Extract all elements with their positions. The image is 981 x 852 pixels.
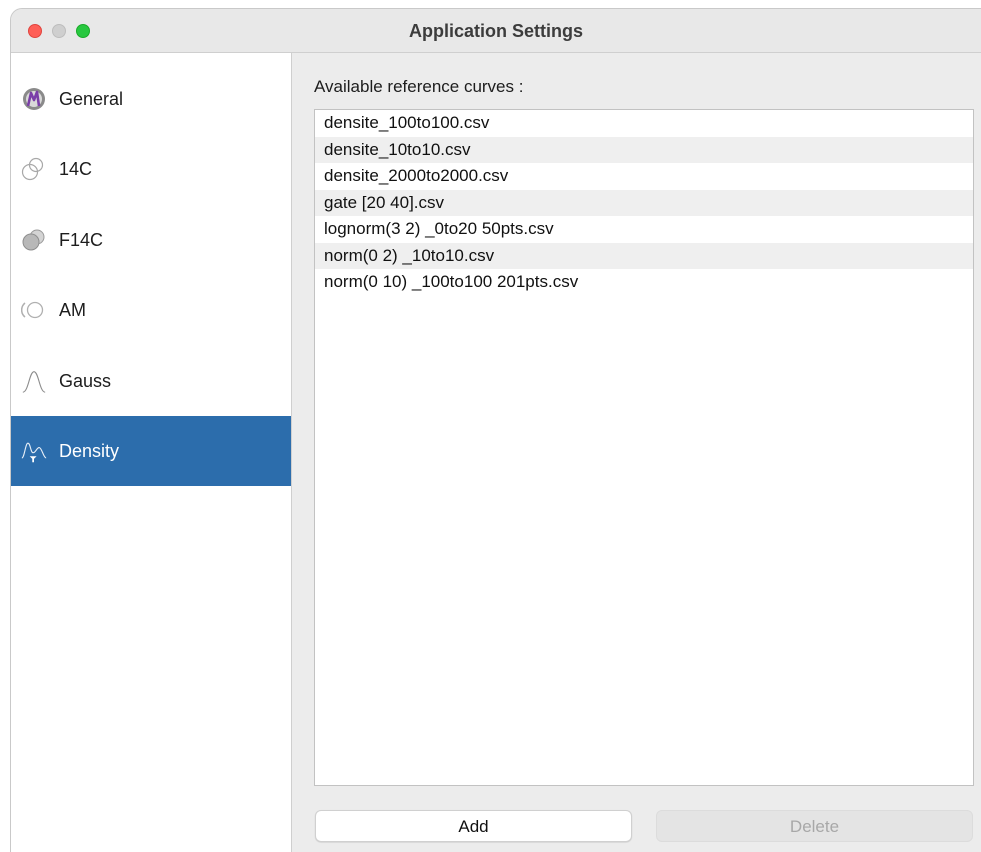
sidebar-item-label: 14C — [59, 158, 93, 179]
window-title: Application Settings — [408, 21, 583, 41]
sidebar-item-14c[interactable]: 14C — [11, 134, 291, 204]
sidebar-item-density[interactable]: Density — [11, 416, 291, 486]
delete-button[interactable]: Delete — [656, 810, 973, 842]
sidebar-item-label: Gauss — [59, 370, 112, 391]
list-item[interactable]: norm(0 10) _100to100 201pts.csv — [315, 269, 973, 296]
add-button[interactable]: Add — [315, 810, 632, 842]
bell-curve-icon — [21, 368, 47, 394]
list-item[interactable]: densite_2000to2000.csv — [315, 163, 973, 190]
sidebar-item-label: Density — [59, 440, 120, 461]
sidebar-item-label: F14C — [59, 229, 104, 250]
list-item[interactable]: densite_100to100.csv — [315, 110, 973, 137]
list-item[interactable]: norm(0 2) _10to10.csv — [315, 242, 973, 269]
overlapping-circles-icon — [21, 156, 47, 182]
reference-curves-caption: Available reference curves : — [314, 77, 524, 96]
filled-circles-icon — [21, 227, 47, 253]
sidebar-item-am[interactable]: AM — [11, 275, 291, 345]
reference-curves-list[interactable]: densite_100to100.csv densite_10to10.csv … — [314, 109, 974, 786]
list-item[interactable]: gate [20 40].csv — [315, 189, 973, 216]
ring-icon — [21, 297, 47, 323]
sidebar-item-label: General — [59, 88, 124, 109]
title-bar: Application Settings — [11, 9, 981, 53]
list-item[interactable]: lognorm(3 2) _0to20 50pts.csv — [315, 216, 973, 243]
list-item[interactable]: densite_10to10.csv — [315, 136, 973, 163]
sidebar-item-general[interactable]: General — [11, 64, 291, 134]
settings-window: Application Settings General 14C F14C AM… — [10, 8, 981, 852]
sidebar-item-f14c[interactable]: F14C — [11, 205, 291, 275]
settings-sidebar: General 14C F14C AM Gauss Density — [11, 53, 292, 852]
chronomodel-logo-icon — [21, 86, 47, 112]
density-curve-icon — [21, 438, 47, 464]
sidebar-item-label: AM — [59, 299, 86, 320]
density-settings-panel: Available reference curves : densite_100… — [292, 53, 981, 852]
sidebar-item-gauss[interactable]: Gauss — [11, 346, 291, 416]
